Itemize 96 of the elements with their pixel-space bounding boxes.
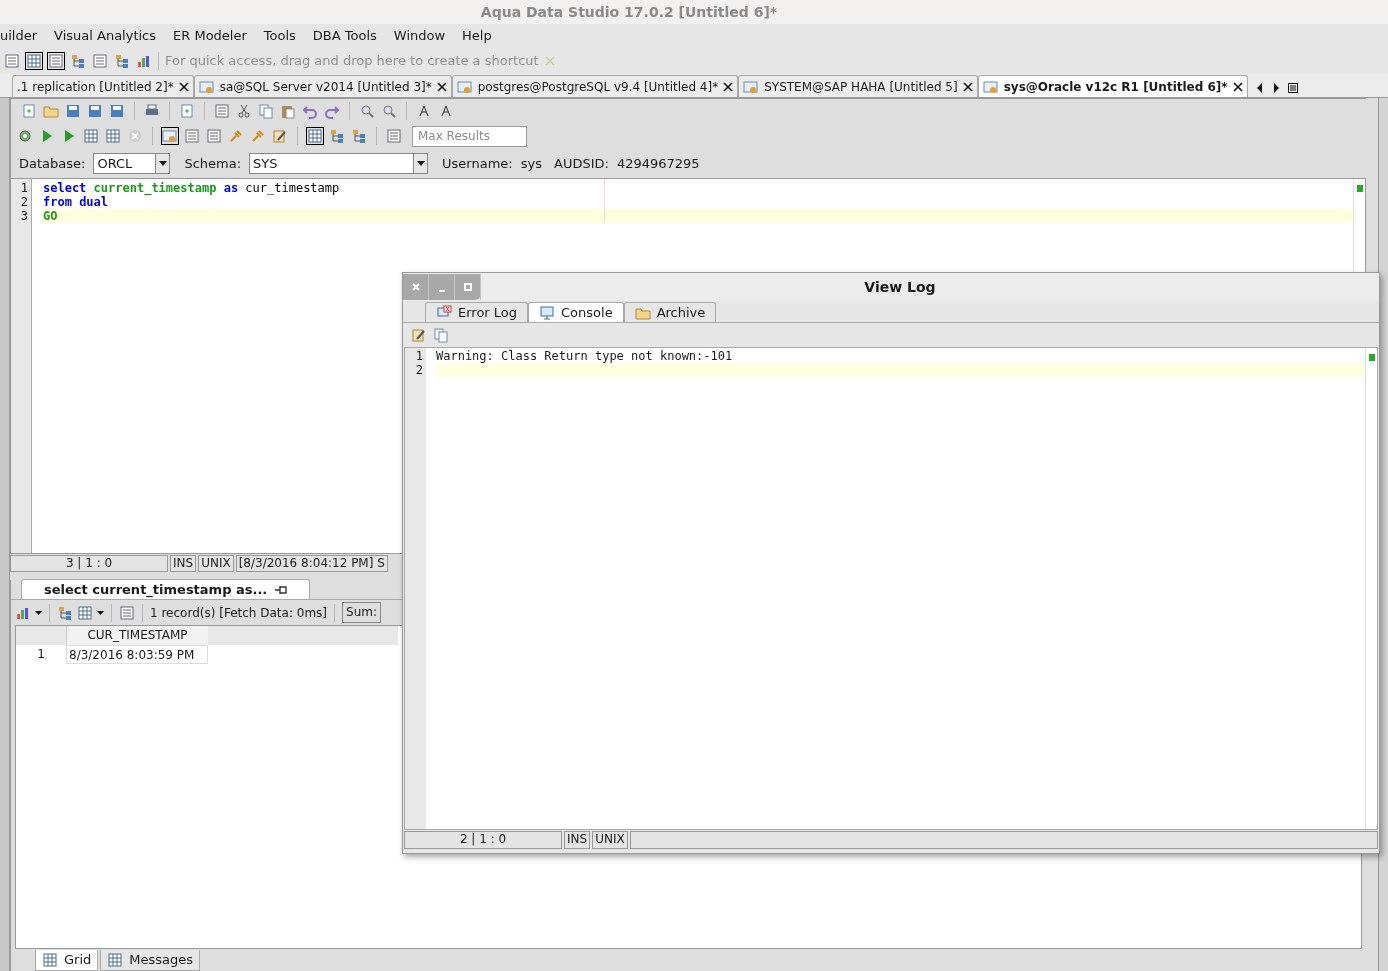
save-icon[interactable] [87, 103, 103, 119]
bottom-tab[interactable]: Grid [35, 950, 99, 971]
database-icon[interactable] [162, 128, 178, 144]
new-file-icon[interactable] [21, 103, 37, 119]
table-cell: 8/3/2016 8:03:59 PM [66, 645, 208, 664]
document-icon[interactable] [179, 103, 195, 119]
column-header[interactable]: CUR_TIMESTAMP [66, 626, 208, 645]
open-folder-icon[interactable] [43, 103, 59, 119]
copy-icon[interactable] [433, 327, 449, 343]
copy-icon[interactable] [258, 103, 274, 119]
document-tab[interactable]: postgres@PostgreSQL v9.4 [Untitled 4]* [451, 75, 739, 97]
line-number: 1 [414, 349, 423, 363]
max-results-field[interactable]: Max Results [412, 125, 527, 147]
bottom-tab[interactable]: Messages [100, 950, 201, 971]
database-icon[interactable] [982, 78, 999, 95]
close-icon[interactable] [1232, 81, 1243, 92]
status-field: 3 | 1 : 0 [10, 555, 168, 572]
schema-label: Schema: [184, 154, 242, 173]
undo-icon[interactable] [302, 103, 318, 119]
menu-item[interactable]: Window [393, 25, 446, 45]
status-field: 2 | 1 : 0 [404, 831, 562, 849]
caret-icon[interactable] [35, 610, 42, 615]
log-line: Warning: Class Return type not known:-101 [436, 349, 734, 363]
log-tab[interactable]: Archive [623, 302, 717, 322]
quick-access-hint: For quick access, drag and drop here to create a shortcut [165, 52, 539, 71]
grid-icon[interactable] [42, 952, 58, 968]
status-field: INS [564, 831, 591, 849]
database-icon[interactable] [456, 78, 473, 95]
result-tab[interactable]: select current_timestamp as... [21, 579, 311, 599]
close-icon[interactable] [962, 81, 973, 92]
caret-icon[interactable] [97, 610, 104, 615]
menu-item[interactable]: Visual Analytics [54, 25, 157, 45]
menu-item[interactable]: DBA Tools [312, 25, 377, 45]
line-number: 2 [414, 363, 423, 377]
line-number: 1 [19, 181, 28, 195]
document-tab[interactable]: .1 replication [Untitled 2]* [12, 75, 194, 97]
status-field: UNIX [592, 831, 628, 849]
window-title: Aqua Data Studio 17.0.2 [Untitled 6]* [480, 2, 778, 22]
line-number: 2 [19, 195, 28, 209]
log-tab[interactable]: Error Log [425, 302, 529, 322]
maximize-icon [463, 283, 472, 291]
right-arrow-icon[interactable] [1271, 83, 1280, 93]
menu-item[interactable]: uilder [0, 25, 38, 45]
close-icon [411, 283, 420, 291]
username-value: sys [520, 154, 542, 173]
code-line: from dual [43, 195, 109, 209]
status-marker-icon [1368, 354, 1375, 361]
document-tab[interactable]: sa@SQL Server v2014 [Untitled 3]* [193, 75, 452, 97]
record-info: 1 record(s) [Fetch Data: 0ms] [150, 604, 327, 622]
menu-item[interactable]: Tools [263, 25, 296, 45]
monitor-icon[interactable] [539, 304, 556, 321]
minimize-icon [438, 290, 445, 292]
menu-item[interactable]: ER Modeler [173, 25, 247, 45]
close-icon[interactable] [436, 81, 447, 92]
redo-icon[interactable] [324, 103, 340, 119]
dropdown-field[interactable]: SYS [249, 153, 429, 174]
username-label: Username: [442, 154, 513, 173]
status-marker-icon [1356, 185, 1363, 192]
grid-icon[interactable] [307, 128, 323, 144]
save-icon[interactable] [109, 103, 125, 119]
list-icon[interactable] [92, 53, 108, 69]
pin-icon[interactable] [275, 584, 288, 595]
database-icon[interactable] [743, 78, 760, 95]
close-icon[interactable] [178, 81, 189, 92]
database-icon[interactable] [198, 78, 215, 95]
dropdown-field[interactable]: ORCL [93, 153, 171, 174]
left-arrow-icon[interactable] [1255, 83, 1264, 93]
list-menu-icon[interactable] [1287, 83, 1298, 93]
find-icon[interactable] [359, 103, 375, 119]
document-tab[interactable]: sys@Oracle v12c R1 [Untitled 6]* [977, 75, 1248, 97]
tree-icon[interactable] [351, 128, 367, 144]
caret-icon [158, 161, 167, 166]
status-field: UNIX [198, 555, 234, 572]
sum-field: Sum: [342, 602, 381, 623]
caret-icon [416, 161, 425, 166]
status-field: [8/3/2016 8:04:12 PM] S [235, 555, 388, 572]
paste-icon[interactable] [280, 103, 296, 119]
code-line: select current_timestamp as cur_timestamp [43, 181, 341, 195]
row-number: 1 [36, 646, 46, 663]
database-label: Database: [19, 154, 86, 173]
close-icon[interactable] [723, 81, 734, 92]
document-tab[interactable]: SYSTEM@SAP HAHA [Untitled 5] [738, 75, 978, 97]
log-tab[interactable]: Console [528, 302, 624, 322]
edit-icon[interactable] [411, 327, 427, 343]
tree-icon[interactable] [114, 53, 130, 69]
line-number: 3 [19, 209, 28, 223]
status-field: INS [170, 555, 197, 572]
chart-icon[interactable] [136, 53, 152, 69]
cut-icon[interactable] [236, 103, 252, 119]
tree-icon[interactable] [329, 128, 345, 144]
audsid-label: AUDSID: [554, 154, 609, 173]
find-icon[interactable] [381, 103, 397, 119]
save-icon[interactable] [65, 103, 81, 119]
audsid-value: 4294967295 [616, 154, 700, 173]
menu-item[interactable]: Help [462, 25, 492, 45]
window-title: View Log [863, 277, 937, 297]
